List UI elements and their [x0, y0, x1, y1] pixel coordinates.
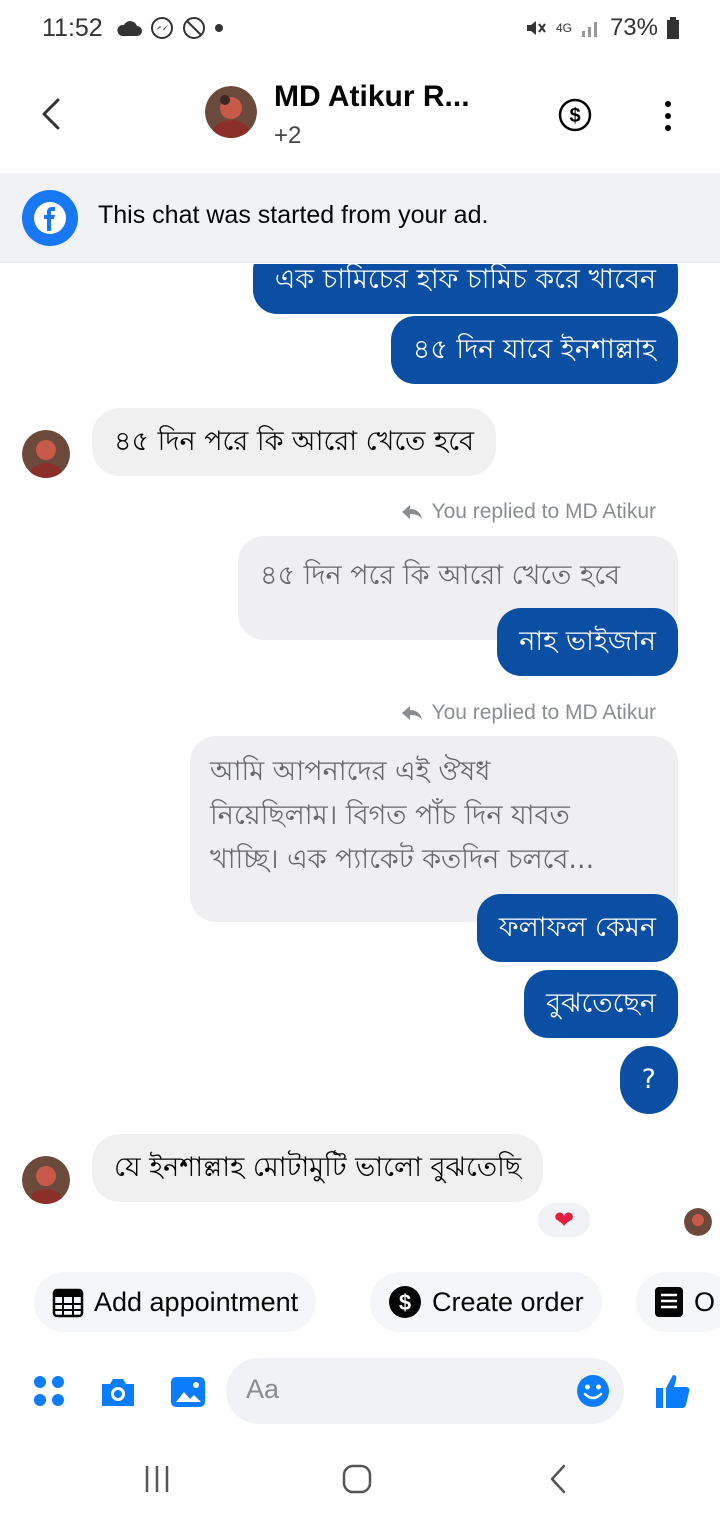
- camera-icon[interactable]: [98, 1372, 138, 1412]
- quick-actions-bar: Add appointment $ Create order O: [0, 1266, 720, 1338]
- reply-icon: [402, 505, 423, 519]
- reply-indicator: You replied to MD Atikur: [401, 500, 656, 524]
- message-input-placeholder: Aa: [246, 1374, 280, 1404]
- calendar-icon: [52, 1288, 84, 1318]
- thumbs-up-icon[interactable]: [652, 1370, 694, 1412]
- status-time: 11:52: [42, 14, 103, 42]
- contact-name[interactable]: MD Atikur R...: [274, 80, 470, 114]
- create-order-button[interactable]: $ Create order: [370, 1272, 602, 1332]
- status-system-icons: 4G 73%: [524, 14, 680, 42]
- network-type-label: 4G: [555, 21, 572, 35]
- facebook-icon: [22, 190, 78, 246]
- home-icon[interactable]: [340, 1462, 374, 1496]
- reply-icon: [402, 706, 423, 720]
- signal-icon: [581, 22, 597, 37]
- dollar-icon[interactable]: $: [558, 98, 592, 132]
- status-notification-icons: [116, 14, 224, 42]
- participants-count: +2: [274, 122, 302, 149]
- outgoing-message[interactable]: নাহ ভাইজান: [497, 608, 678, 676]
- system-nav-bar: [0, 1436, 720, 1520]
- contact-avatar[interactable]: [205, 86, 257, 138]
- emoji-icon[interactable]: [576, 1374, 610, 1408]
- outgoing-message[interactable]: এক চামিচের হাফ চামিচ করে খাবেন: [252, 264, 678, 314]
- mute-icon: [526, 21, 546, 35]
- back-arrow-icon[interactable]: [34, 94, 70, 134]
- banner-text: This chat was started from your ad.: [98, 201, 489, 229]
- dot-icon: [215, 24, 223, 32]
- status-bar: 11:52 4G 73%: [0, 0, 720, 56]
- back-nav-icon[interactable]: [542, 1462, 576, 1496]
- document-icon: [655, 1287, 683, 1317]
- message-composer: Aa: [0, 1350, 720, 1434]
- heart-icon: ❤: [553, 1206, 575, 1234]
- incoming-message[interactable]: ৪৫ দিন পরে কি আরো খেতে হবে: [92, 408, 497, 476]
- svg-text:$: $: [399, 1290, 411, 1315]
- seen-avatar: [684, 1208, 712, 1236]
- quoted-line: আমি আপনাদের এই ঔষধ: [210, 756, 491, 787]
- avatar[interactable]: [22, 430, 70, 478]
- battery-icon: [667, 17, 679, 39]
- reply-indicator: You replied to MD Atikur: [401, 701, 656, 725]
- outgoing-message[interactable]: বুঝতেছেন: [524, 970, 678, 1038]
- gallery-icon[interactable]: [168, 1372, 208, 1412]
- quoted-line: খাচ্ছি। এক প্যাকেট কতদিন চলবে...: [210, 844, 595, 875]
- outgoing-message[interactable]: ফলাফল কেমন: [476, 894, 678, 962]
- add-appointment-label: Add appointment: [94, 1286, 299, 1317]
- battery-percent: 73%: [609, 14, 658, 41]
- heart-reaction[interactable]: ❤: [536, 1201, 592, 1239]
- outgoing-message[interactable]: ?: [619, 1046, 678, 1114]
- create-order-label: Create order: [432, 1286, 584, 1317]
- third-action-label: O: [694, 1286, 716, 1317]
- message-input[interactable]: Aa: [226, 1358, 624, 1424]
- more-options-icon[interactable]: [656, 98, 680, 134]
- svg-text:$: $: [569, 105, 580, 127]
- recent-apps-icon[interactable]: [140, 1462, 174, 1496]
- data-saver-icon: [183, 17, 205, 39]
- dollar-circle-icon: $: [389, 1286, 421, 1318]
- cloud-icon: [117, 21, 142, 36]
- reply-label-text: You replied to MD Atikur: [431, 500, 656, 523]
- outgoing-message[interactable]: ৪৫ দিন যাবে ইনশাল্লাহ: [390, 316, 678, 384]
- reply-label-text: You replied to MD Atikur: [431, 701, 656, 724]
- menu-dots-icon[interactable]: [30, 1372, 70, 1412]
- messenger-icon: [151, 17, 173, 39]
- avatar[interactable]: [22, 1156, 70, 1204]
- quoted-line: নিয়েছিলাম। বিগত পাঁচ দিন যাবত: [210, 800, 570, 831]
- message-list[interactable]: এক চামিচের হাফ চামিচ করে খাবেন ৪৫ দিন যা…: [0, 264, 720, 1254]
- incoming-message[interactable]: যে ইনশাল্লাহ মোটামুটি ভালো বুঝতেছি: [92, 1134, 544, 1202]
- ad-banner: This chat was started from your ad.: [0, 173, 720, 263]
- add-appointment-button[interactable]: Add appointment: [34, 1272, 317, 1332]
- third-action-button[interactable]: O: [636, 1272, 720, 1332]
- chat-header: MD Atikur R... +2 $: [0, 60, 720, 170]
